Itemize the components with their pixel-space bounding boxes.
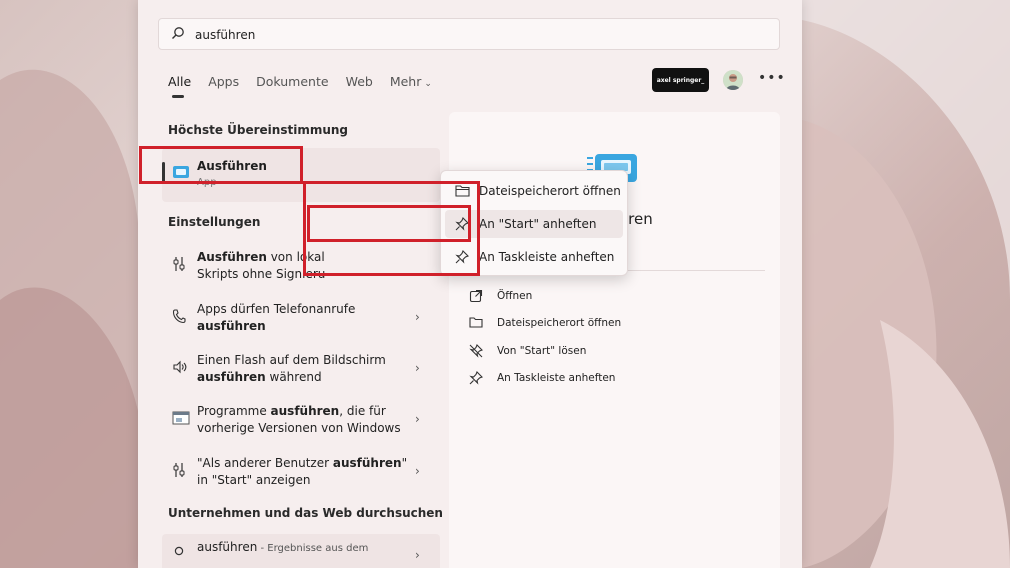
tab-apps[interactable]: Apps xyxy=(208,74,239,98)
match-text: ausführen xyxy=(197,319,266,333)
chevron-right-icon: › xyxy=(415,464,420,478)
annotation-highlight-best-match xyxy=(139,146,303,184)
chevron-right-icon: › xyxy=(415,412,420,426)
match-text: Ausführen xyxy=(197,250,267,264)
settings-sliders-icon xyxy=(172,462,186,481)
settings-item-line2: ausführen während xyxy=(197,370,322,384)
web-search-item[interactable]: ausführen - Ergebnisse aus dem › xyxy=(162,534,440,568)
window-app-icon xyxy=(172,410,190,429)
line1-pre: "Als anderer Benutzer xyxy=(197,456,333,470)
phone-icon xyxy=(172,308,186,327)
tab-mehr-label: Mehr xyxy=(389,74,422,89)
unpin-icon xyxy=(469,344,483,361)
open-external-icon xyxy=(469,289,483,306)
settings-item-line1: Einen Flash auf dem Bildschirm xyxy=(197,353,386,367)
speaker-icon xyxy=(172,359,188,378)
match-text: ausführen xyxy=(270,404,340,418)
match-text: ausführen xyxy=(197,370,266,384)
search-tabs: Alle Apps Dokumente Web Mehr ⌄ xyxy=(168,74,449,98)
settings-item-phone-calls[interactable]: Apps dürfen Telefonanrufe ausführen › xyxy=(162,298,440,342)
organization-badge[interactable]: axel springer_ xyxy=(652,68,709,92)
settings-item-run-as-user[interactable]: "Als anderer Benutzer ausführen" in "Sta… xyxy=(162,452,440,496)
action-unpin-start-label: Von "Start" lösen xyxy=(497,345,587,357)
pin-icon xyxy=(469,371,483,388)
menu-item-label: An "Start" anheften xyxy=(479,217,597,231)
chevron-down-icon: ⌄ xyxy=(424,79,432,89)
action-open-file-location-label: Dateispeicherort öffnen xyxy=(497,317,622,329)
settings-sliders-icon xyxy=(172,256,186,275)
action-pin-taskbar-label: An Taskleiste anheften xyxy=(497,372,616,384)
settings-item-line2: vorherige Versionen von Windows xyxy=(197,421,401,435)
folder-icon xyxy=(469,316,483,331)
settings-item-line1: Apps dürfen Telefonanrufe xyxy=(197,302,356,316)
line1-post: , die für xyxy=(339,404,386,418)
annotation-highlight-pin-start xyxy=(307,205,471,242)
line2-rest: während xyxy=(265,370,322,384)
web-search-heading: Unternehmen und das Web durchsuchen xyxy=(168,506,443,520)
settings-item-line1: "Als anderer Benutzer ausführen" xyxy=(197,456,407,470)
match-text: ausführen xyxy=(332,456,402,470)
tab-dokumente[interactable]: Dokumente xyxy=(256,74,328,98)
settings-item-line2: in "Start" anzeigen xyxy=(197,473,311,487)
tab-alle[interactable]: Alle xyxy=(168,74,191,98)
start-search-panel: Alle Apps Dokumente Web Mehr⌄ axel sprin… xyxy=(138,0,802,568)
line1-pre: Programme xyxy=(197,404,271,418)
chevron-right-icon: › xyxy=(415,310,420,324)
menu-item-label: An Taskleiste anheften xyxy=(479,250,615,264)
line1-post: " xyxy=(401,456,408,470)
action-open-label: Öffnen xyxy=(497,290,533,302)
tab-mehr[interactable]: Mehr ⌄ xyxy=(390,74,432,98)
settings-item-screen-flash[interactable]: Einen Flash auf dem Bildschirm ausführen… xyxy=(162,349,440,393)
web-query: ausführen xyxy=(197,540,258,554)
more-options-icon[interactable]: ••• xyxy=(758,70,786,86)
best-match-heading: Höchste Übereinstimmung xyxy=(168,123,348,137)
search-input[interactable] xyxy=(193,24,757,46)
settings-item-compatibility[interactable]: Programme ausführen, die für vorherige V… xyxy=(162,400,440,444)
search-icon xyxy=(174,546,186,561)
web-search-text: ausführen - Ergebnisse aus dem xyxy=(197,540,368,554)
menu-item-label: Dateispeicherort öffnen xyxy=(479,184,621,198)
chevron-right-icon: › xyxy=(415,361,420,375)
web-suffix: - Ergebnisse aus dem xyxy=(257,543,369,554)
tab-web[interactable]: Web xyxy=(346,74,373,98)
chevron-right-icon: › xyxy=(415,548,420,562)
search-icon xyxy=(171,26,185,43)
settings-item-line2: ausführen xyxy=(197,319,266,333)
settings-heading: Einstellungen xyxy=(168,215,261,229)
avatar[interactable] xyxy=(723,70,743,90)
search-box[interactable] xyxy=(158,18,780,50)
settings-item-line1: Programme ausführen, die für xyxy=(197,404,386,418)
organization-badge-label: axel springer_ xyxy=(656,76,705,84)
